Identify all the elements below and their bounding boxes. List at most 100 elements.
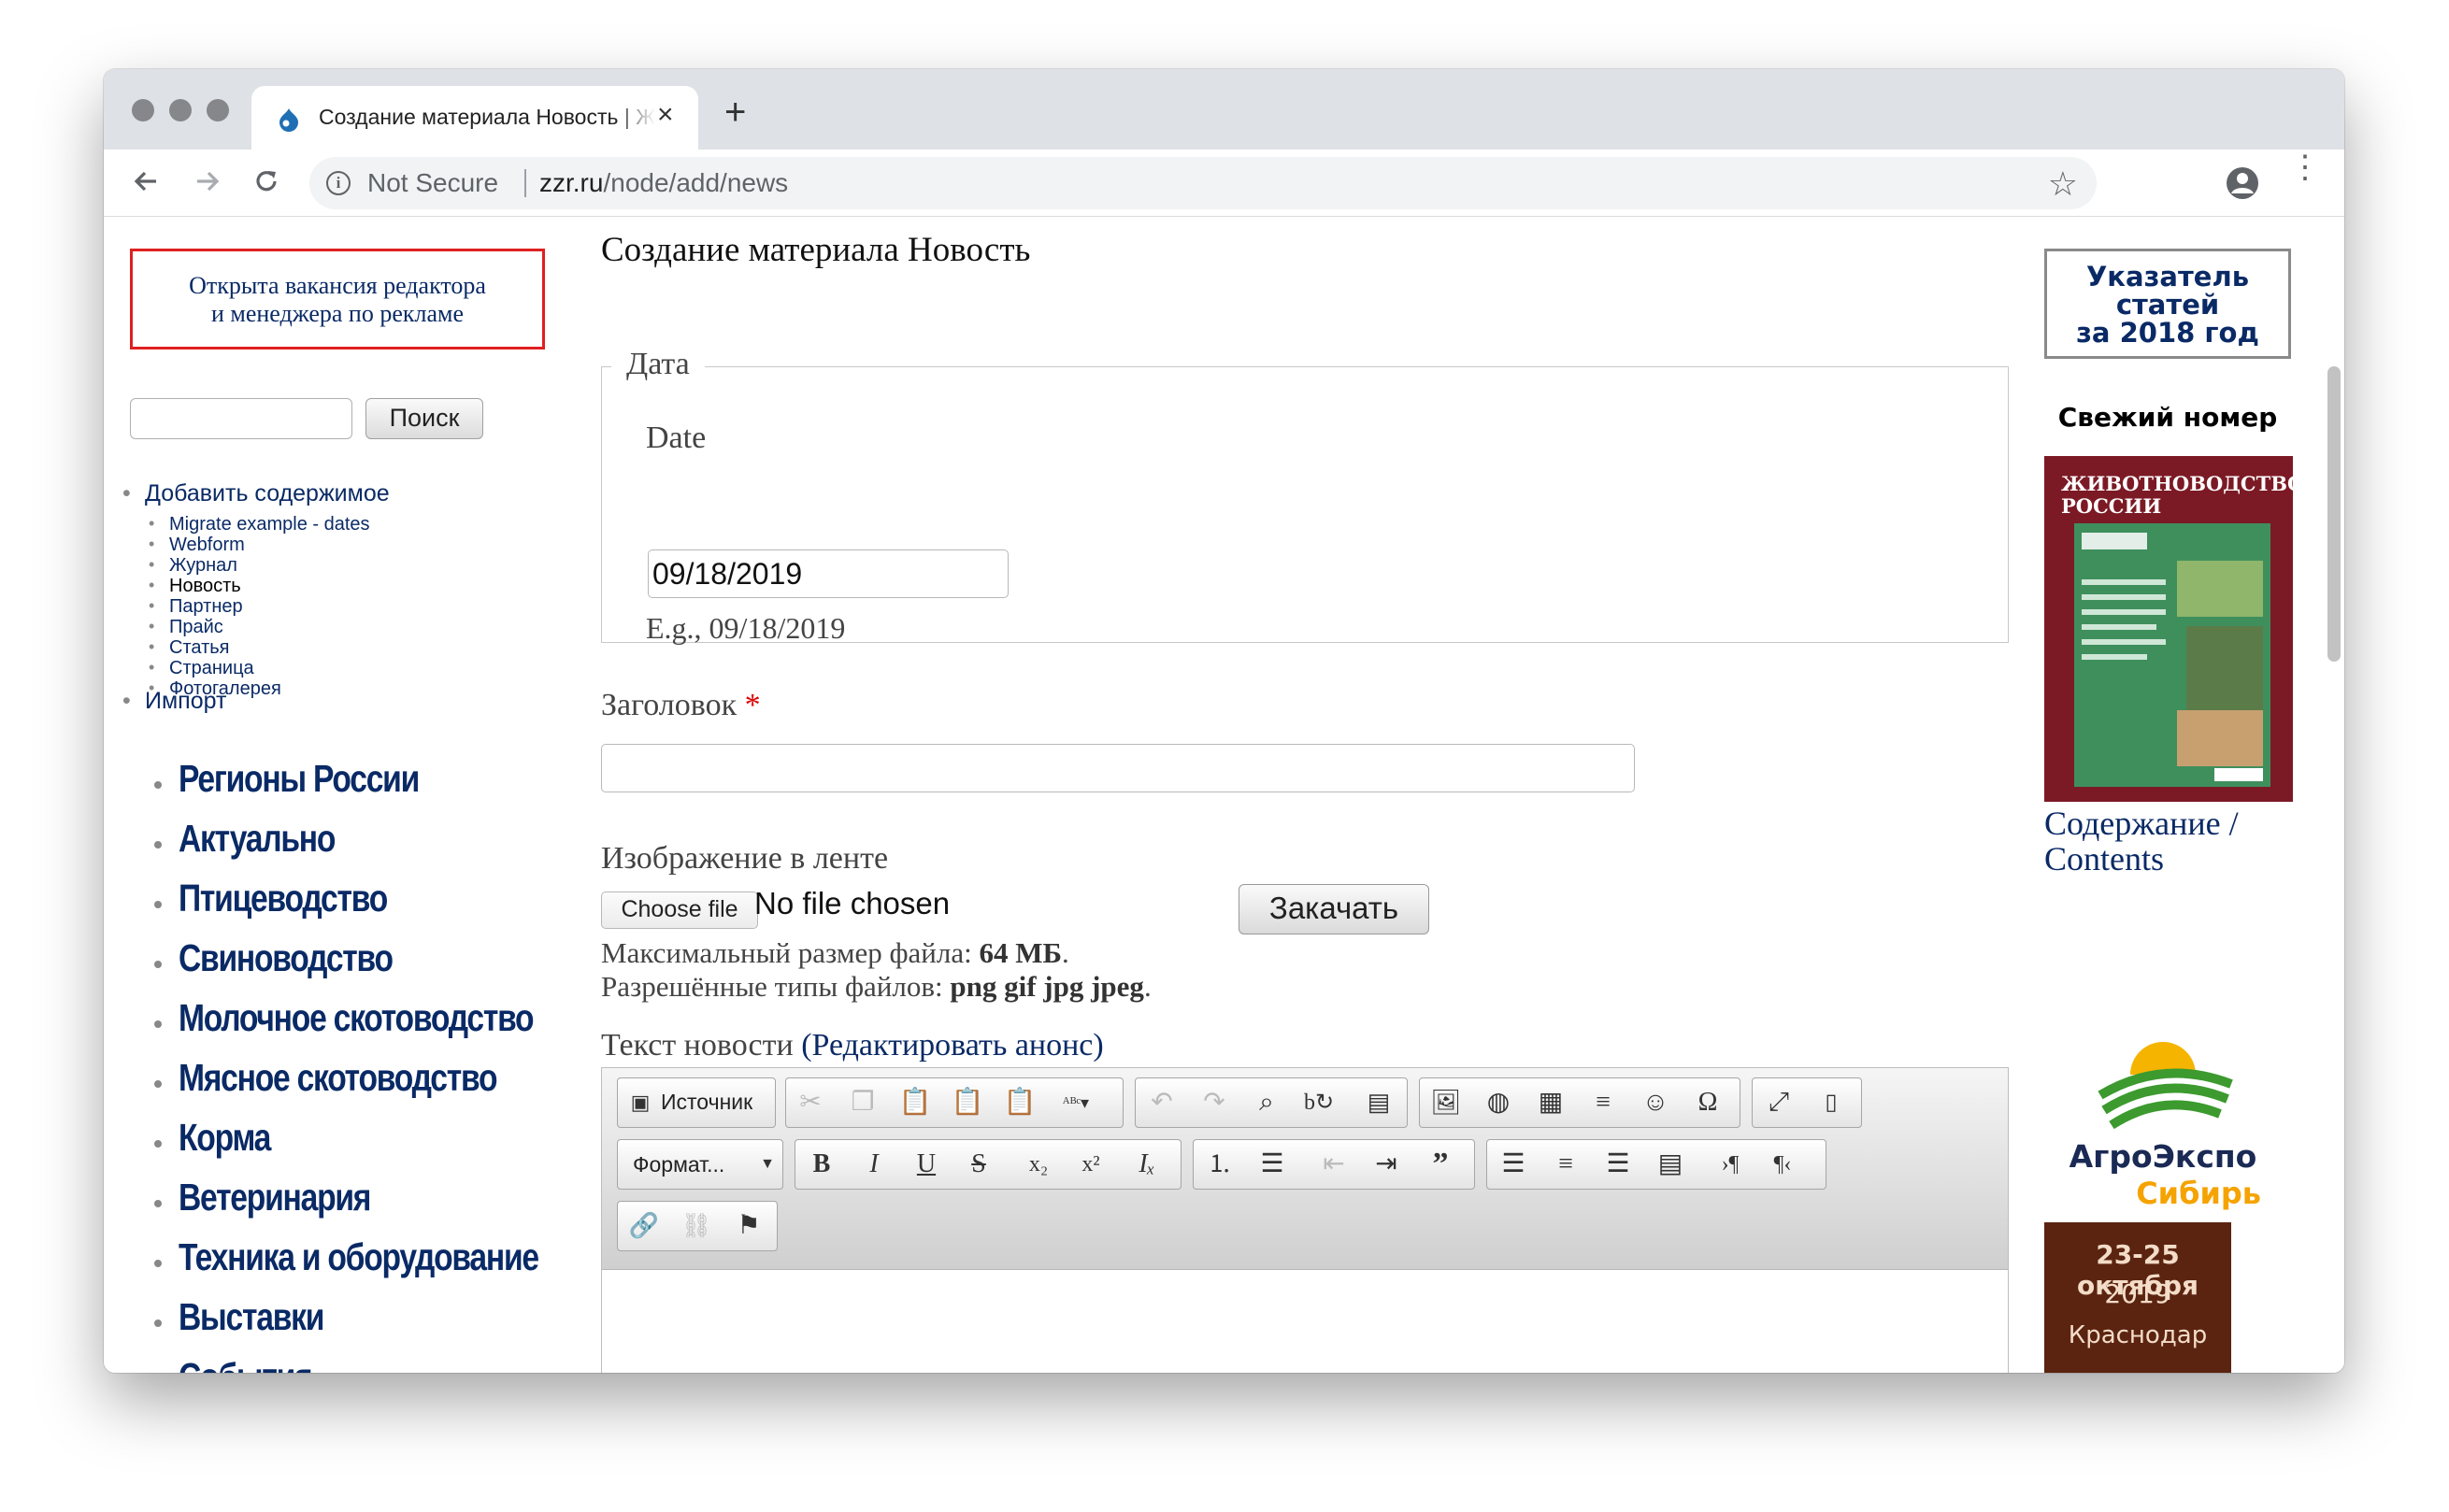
list-bullet <box>154 1140 162 1148</box>
search-input[interactable] <box>130 398 352 439</box>
date-input[interactable] <box>648 549 1009 598</box>
category-link-actual[interactable]: Актуально <box>179 817 336 861</box>
add-content-link[interactable]: Добавить содержимое <box>122 480 390 507</box>
address-bar[interactable]: i Not Secure zzr.ru/node/add/news ☆ <box>309 157 2097 209</box>
subscript-icon[interactable]: x₂ <box>1020 1146 1057 1183</box>
category-link-feed[interactable]: Корма <box>179 1116 271 1160</box>
special-char-icon[interactable]: Ω <box>1689 1084 1726 1121</box>
content-type-article[interactable]: Статья <box>149 637 230 659</box>
bookmark-star-icon[interactable]: ☆ <box>2048 164 2078 204</box>
content-type-journal[interactable]: Журнал <box>149 555 237 577</box>
image-icon[interactable]: 🖼 <box>1427 1084 1465 1121</box>
horizontal-rule-icon[interactable]: ≡ <box>1584 1084 1622 1121</box>
paste-word-icon[interactable]: 📋 <box>1001 1084 1038 1121</box>
bold-icon[interactable]: B <box>803 1146 840 1183</box>
justify-icon[interactable]: ▤ <box>1652 1146 1689 1183</box>
category-link-exhibitions[interactable]: Выставки <box>179 1295 324 1339</box>
upload-button[interactable]: Закачать <box>1239 884 1429 934</box>
align-left-icon[interactable]: ☰ <box>1495 1146 1532 1183</box>
close-window-button[interactable] <box>132 99 154 121</box>
content-type-gallery[interactable]: Фотогалерея <box>149 678 281 700</box>
format-dropdown[interactable]: Формат... ▼ <box>617 1139 783 1190</box>
minimize-window-button[interactable] <box>169 99 192 121</box>
choose-file-button[interactable]: Choose file <box>601 892 758 929</box>
arrow-right-icon <box>197 171 220 192</box>
align-right-icon[interactable]: ☰ <box>1599 1146 1637 1183</box>
category-link-beef[interactable]: Мясное скотоводство <box>179 1056 498 1100</box>
content-type-news[interactable]: Новость <box>149 576 241 597</box>
category-link-dairy[interactable]: Молочное скотоводство <box>179 996 535 1040</box>
strikethrough-icon[interactable]: S <box>960 1146 997 1183</box>
magazine-cover[interactable]: ЖИВОТНОВОДСТВО РОССИИ <box>2044 456 2304 802</box>
replace-icon[interactable]: b↻ <box>1300 1084 1338 1121</box>
cut-icon[interactable]: ✂ <box>792 1084 829 1121</box>
content-type-webform[interactable]: Webform <box>149 535 245 556</box>
paste-icon[interactable]: 📋 <box>896 1084 934 1121</box>
maximize-icon[interactable]: ⤢ <box>1760 1084 1797 1121</box>
category-link-events[interactable]: События <box>179 1355 313 1373</box>
page-scrollbar[interactable] <box>2327 366 2341 662</box>
content-type-page[interactable]: Страница <box>149 658 254 679</box>
ltr-icon[interactable]: ›¶ <box>1711 1146 1749 1183</box>
link-icon[interactable]: 🔗 <box>625 1207 663 1245</box>
content-type-migrate[interactable]: Migrate example - dates <box>149 514 370 535</box>
copy-icon[interactable]: ❐ <box>844 1084 881 1121</box>
select-all-icon[interactable]: ▤ <box>1360 1084 1397 1121</box>
active-tab[interactable]: Создание материала Новость | ЖЖР × <box>251 86 698 150</box>
spellcheck-icon[interactable]: ᴬᴮᶜ▾ <box>1057 1084 1095 1121</box>
back-button[interactable] <box>128 163 165 200</box>
index-2018-banner[interactable]: Указатель статей за 2018 год <box>2044 249 2291 359</box>
flash-icon[interactable]: ◍ <box>1480 1084 1517 1121</box>
category-link-vet[interactable]: Ветеринария <box>179 1176 371 1220</box>
tab-close-icon[interactable]: × <box>657 101 674 129</box>
redo-icon[interactable]: ↷ <box>1196 1084 1233 1121</box>
undo-icon[interactable]: ↶ <box>1143 1084 1181 1121</box>
new-tab-button[interactable]: + <box>724 93 746 131</box>
category-link-equipment[interactable]: Техника и оборудование <box>179 1235 539 1279</box>
reload-button[interactable] <box>248 163 285 200</box>
show-blocks-icon[interactable]: ▯ <box>1812 1084 1850 1121</box>
paste-text-icon[interactable]: 📋 <box>949 1084 986 1121</box>
italic-icon[interactable]: I <box>855 1146 893 1183</box>
title-input[interactable] <box>601 744 1635 792</box>
url-text[interactable]: zzr.ru/node/add/news <box>539 168 788 198</box>
outdent-icon[interactable]: ⇤ <box>1315 1146 1353 1183</box>
source-icon[interactable]: ▣ <box>622 1084 659 1121</box>
forward-button[interactable] <box>188 163 225 200</box>
bullet-list-icon[interactable]: ☰ <box>1253 1146 1291 1183</box>
magazine-cover-art <box>2074 523 2270 787</box>
security-label[interactable]: Not Secure <box>367 168 498 198</box>
find-icon[interactable]: ⌕ <box>1248 1084 1285 1121</box>
zoom-window-button[interactable] <box>207 99 229 121</box>
url-domain: zzr.ru <box>539 168 604 197</box>
vacancy-banner[interactable]: Открыта вакансия редактора и менеджера п… <box>130 249 545 349</box>
category-link-poultry[interactable]: Птицеводство <box>179 877 388 920</box>
expo-banner[interactable]: 23-25 октября 2019 Краснодар <box>2044 1222 2231 1373</box>
content-type-partner[interactable]: Партнер <box>149 596 243 618</box>
category-link-regions[interactable]: Регионы России <box>179 757 420 801</box>
edit-summary-link[interactable]: (Редактировать анонс) <box>801 1028 1104 1063</box>
remove-format-icon[interactable]: Iₓ <box>1128 1146 1166 1183</box>
indent-icon[interactable]: ⇥ <box>1368 1146 1405 1183</box>
smiley-icon[interactable]: ☺ <box>1637 1084 1674 1121</box>
profile-icon[interactable] <box>2224 164 2261 202</box>
kebab-menu-icon[interactable]: ⋮ <box>2289 151 2321 183</box>
unlink-icon[interactable]: ⛓ <box>678 1207 715 1245</box>
search-button[interactable]: Поиск <box>365 398 483 439</box>
content-type-price[interactable]: Прайс <box>149 617 223 638</box>
reload-icon <box>256 171 277 192</box>
agroexpo-banner[interactable]: АгроЭкспо Сибирь <box>2044 1030 2282 1211</box>
category-link-pigs[interactable]: Свиноводство <box>179 936 394 980</box>
info-icon[interactable]: i <box>326 171 351 195</box>
date-legend: Дата <box>611 347 705 382</box>
anchor-flag-icon[interactable]: ⚑ <box>730 1207 767 1245</box>
rtl-icon[interactable]: ¶‹ <box>1764 1146 1801 1183</box>
align-center-icon[interactable]: ≡ <box>1547 1146 1584 1183</box>
source-button[interactable]: Источник <box>661 1090 752 1115</box>
blockquote-icon[interactable]: ” <box>1422 1146 1459 1183</box>
underline-icon[interactable]: U <box>908 1146 945 1183</box>
table-icon[interactable]: ▦ <box>1532 1084 1569 1121</box>
numbered-list-icon[interactable]: ⒈ <box>1201 1146 1239 1183</box>
superscript-icon[interactable]: x² <box>1072 1146 1110 1183</box>
contents-link[interactable]: Содержание / Contents <box>2044 806 2239 877</box>
